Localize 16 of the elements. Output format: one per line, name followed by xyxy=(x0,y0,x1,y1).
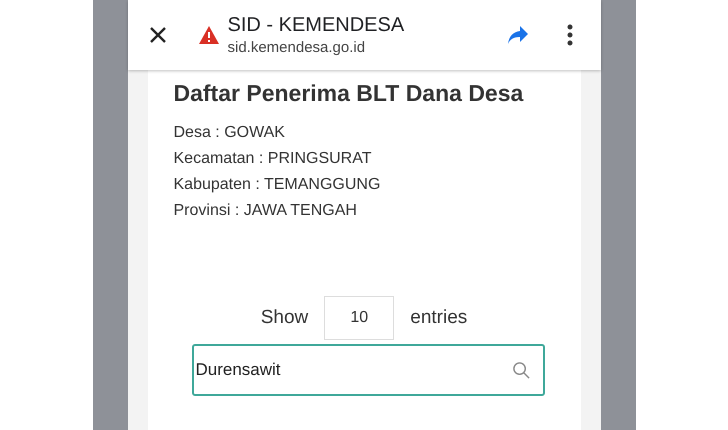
detail-line: Provinsi : JAWA TENGAH xyxy=(174,201,358,221)
show-label: Show xyxy=(260,307,308,329)
detail-line: Kabupaten : TEMANGGUNG xyxy=(174,175,382,195)
page-title: SID - KEMENDESA xyxy=(228,14,406,37)
share-icon[interactable] xyxy=(506,25,528,45)
page-heading: Daftar Penerima BLT Dana Desa xyxy=(174,80,524,107)
page-url: sid.kemendesa.go.id xyxy=(228,39,366,56)
search-field[interactable]: Durensawit xyxy=(192,344,544,396)
menu-icon[interactable] xyxy=(566,24,572,46)
entries-select[interactable]: 10 xyxy=(324,296,394,340)
warning-icon xyxy=(198,25,220,45)
detail-line: Kecamatan : PRINGSURAT xyxy=(174,149,372,169)
search-icon xyxy=(512,360,530,380)
entries-label: entries xyxy=(410,307,468,329)
detail-line: Desa : GOWAK xyxy=(174,123,286,143)
close-icon[interactable] xyxy=(148,25,168,45)
